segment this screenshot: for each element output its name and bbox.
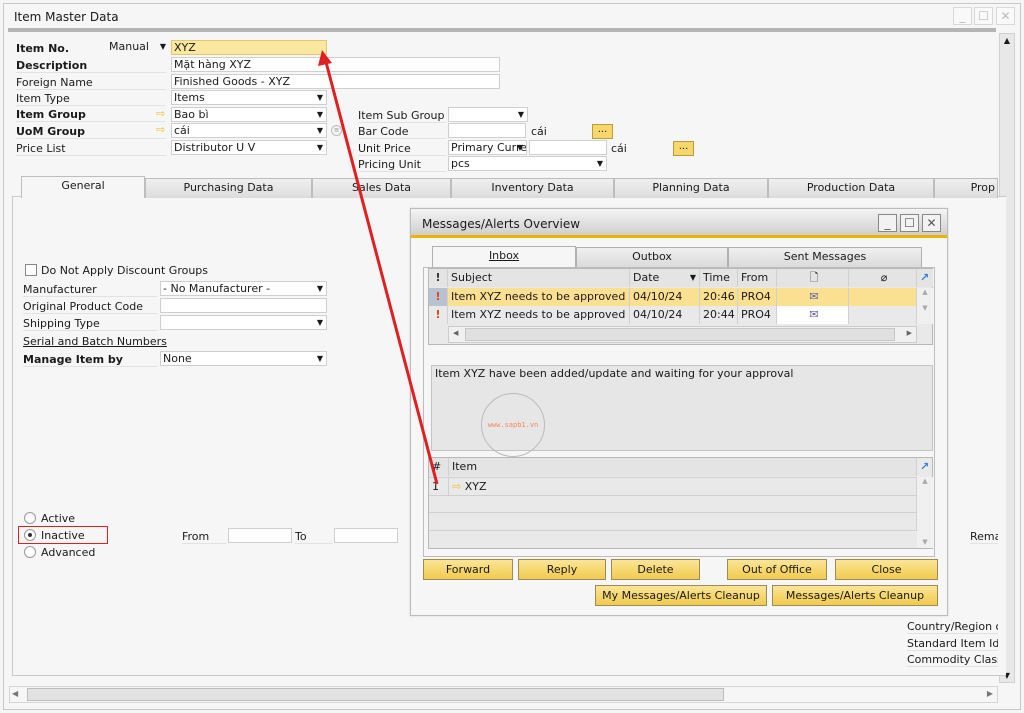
annotation-arrow-line	[324, 61, 439, 485]
annotation-arrow-head	[318, 50, 332, 66]
annotation-arrow	[318, 50, 439, 485]
